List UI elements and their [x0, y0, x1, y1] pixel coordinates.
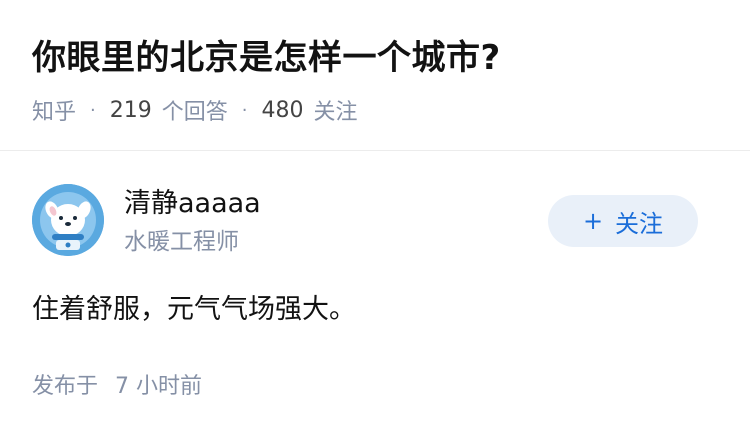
page: 你眼里的北京是怎样一个城市? 知乎 · 219 个回答 · 480 关注 清静a…: [0, 0, 750, 438]
meta-separator: ·: [90, 99, 96, 121]
dog-avatar-icon: [32, 184, 104, 256]
follow-label: 关注: [615, 209, 664, 238]
site-name[interactable]: 知乎: [32, 94, 76, 126]
answer-content[interactable]: 住着舒服，元气气场强大。: [32, 290, 356, 330]
publish-time: 7 小时前: [115, 374, 203, 399]
author-name[interactable]: 清静aaaaa: [124, 186, 261, 222]
follower-count-label: 关注: [313, 100, 358, 125]
question-title[interactable]: 你眼里的北京是怎样一个城市?: [32, 34, 501, 82]
answer-author: 清静aaaaa 水暖工程师 + 关注: [32, 184, 718, 264]
question-header: 你眼里的北京是怎样一个城市? 知乎 · 219 个回答 · 480 关注: [0, 0, 750, 151]
author-bio: 水暖工程师: [124, 229, 239, 255]
answer-count-label: 个回答: [161, 100, 228, 125]
follow-button[interactable]: + 关注: [548, 195, 698, 247]
question-meta: 知乎 · 219 个回答 · 480 关注: [32, 93, 358, 127]
meta-separator: ·: [241, 99, 248, 121]
answer-count: 219: [109, 97, 152, 123]
follower-count: 480: [261, 97, 304, 123]
avatar[interactable]: [32, 184, 104, 256]
plus-icon: +: [582, 207, 604, 235]
publish-info: 发布于 7 小时前: [32, 370, 202, 404]
publish-prefix: 发布于: [32, 374, 99, 399]
